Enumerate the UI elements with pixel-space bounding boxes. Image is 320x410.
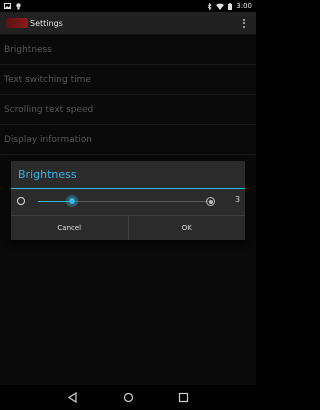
home-icon[interactable] (123, 392, 134, 403)
picture-icon (4, 3, 11, 9)
status-time: 3:00 (236, 2, 252, 10)
lightbulb-icon (16, 2, 21, 10)
navigation-bar (0, 385, 256, 410)
brightness-max-icon (206, 197, 215, 206)
app-title: Settings (30, 18, 63, 28)
back-icon[interactable] (67, 392, 78, 403)
brightness-dialog: Brightness 3 Cancel OK (11, 161, 245, 240)
status-bar: 3:00 (0, 0, 256, 12)
slider-thumb[interactable] (66, 195, 79, 207)
bluetooth-icon (207, 2, 212, 10)
wifi-icon (216, 3, 225, 10)
cancel-button[interactable]: Cancel (11, 216, 128, 240)
app-icon[interactable] (6, 18, 28, 28)
battery-icon (228, 2, 233, 10)
ok-button[interactable]: OK (127, 216, 246, 240)
app-bar: Settings (0, 12, 256, 35)
dialog-body: 3 (11, 189, 245, 215)
slider-value-label: 3 (235, 195, 241, 204)
recents-icon[interactable] (178, 392, 189, 403)
brightness-min-icon (17, 197, 25, 205)
dialog-buttons: Cancel OK (11, 215, 245, 240)
dialog-title: Brightness (11, 161, 245, 189)
overflow-menu-icon[interactable] (243, 18, 245, 28)
